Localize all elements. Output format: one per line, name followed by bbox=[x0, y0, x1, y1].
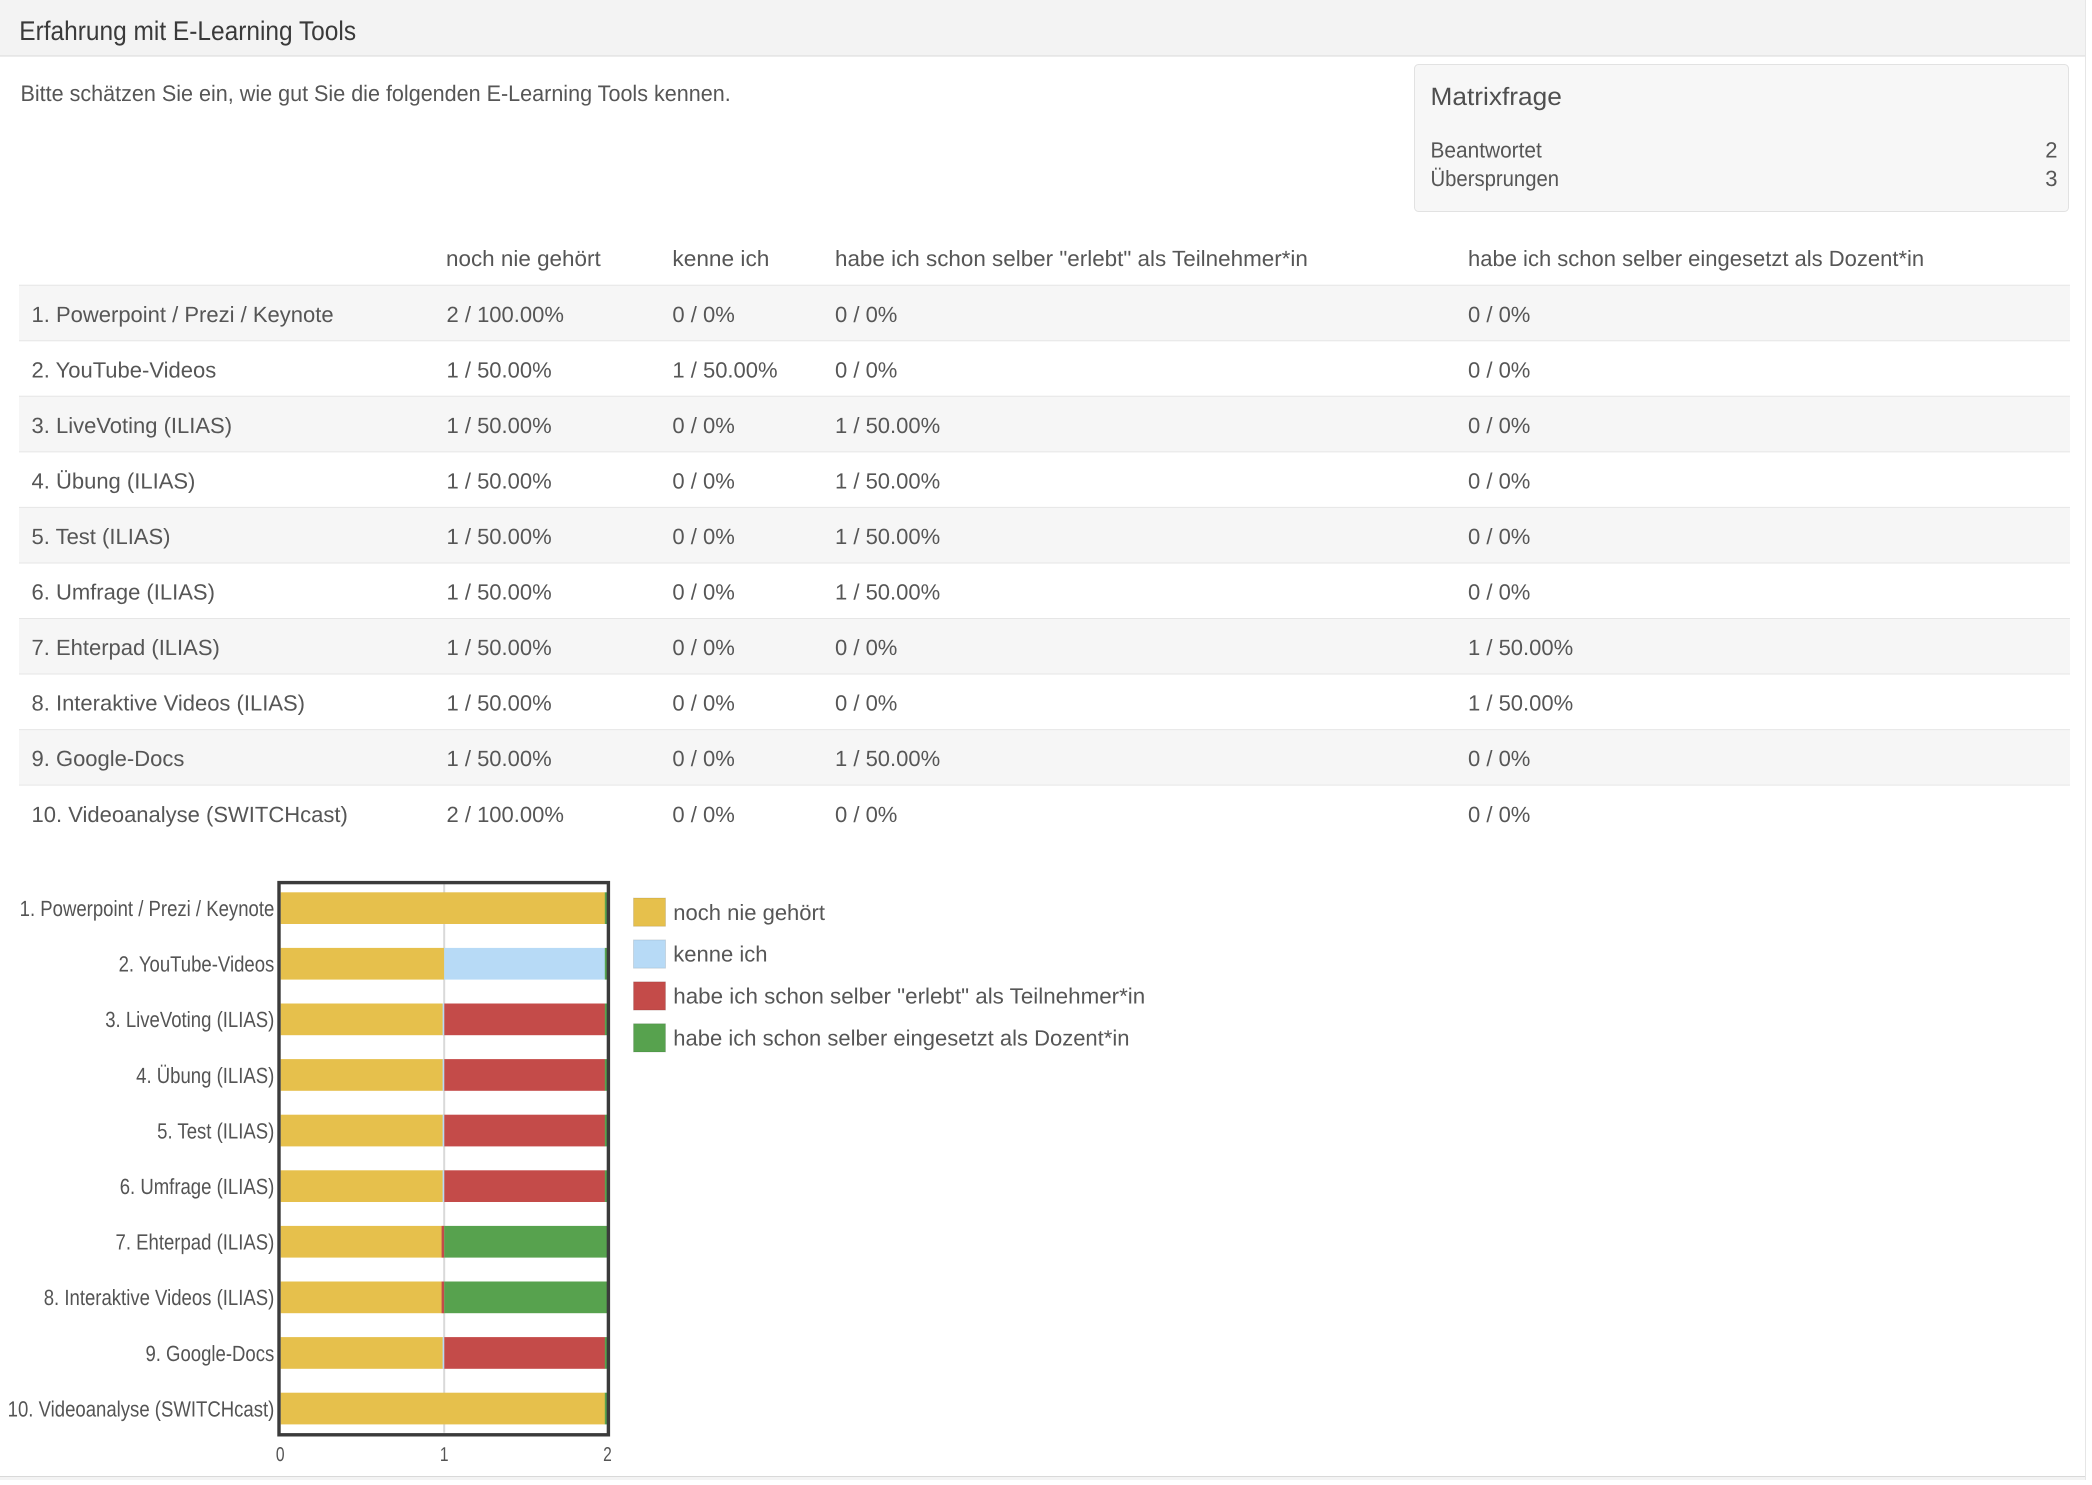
svg-text:6. Umfrage (ILIAS): 6. Umfrage (ILIAS) bbox=[120, 1174, 275, 1199]
svg-text:0 / 0%: 0 / 0% bbox=[672, 691, 734, 716]
svg-text:2: 2 bbox=[2045, 137, 2057, 162]
svg-text:1 / 50.00%: 1 / 50.00% bbox=[1468, 691, 1573, 716]
svg-text:0 / 0%: 0 / 0% bbox=[835, 802, 897, 827]
svg-text:habe ich schon selber "erlebt": habe ich schon selber "erlebt" als Teiln… bbox=[673, 984, 1145, 1009]
svg-text:1 / 50.00%: 1 / 50.00% bbox=[447, 357, 552, 382]
svg-text:0 / 0%: 0 / 0% bbox=[1468, 802, 1530, 827]
svg-text:0 / 0%: 0 / 0% bbox=[672, 468, 734, 493]
svg-text:Erfahrung mit E-Learning Tools: Erfahrung mit E-Learning Tools bbox=[19, 16, 356, 46]
svg-text:1 / 50.00%: 1 / 50.00% bbox=[1468, 635, 1573, 660]
svg-text:1 / 50.00%: 1 / 50.00% bbox=[835, 468, 940, 493]
svg-text:2 / 100.00%: 2 / 100.00% bbox=[447, 302, 564, 327]
svg-text:1 / 50.00%: 1 / 50.00% bbox=[835, 413, 940, 438]
svg-text:noch nie gehört: noch nie gehört bbox=[673, 900, 825, 925]
svg-text:habe ich schon selber "erlebt": habe ich schon selber "erlebt" als Teiln… bbox=[835, 246, 1308, 271]
svg-text:1 / 50.00%: 1 / 50.00% bbox=[447, 580, 552, 605]
svg-text:1 / 50.00%: 1 / 50.00% bbox=[447, 413, 552, 438]
svg-text:1 / 50.00%: 1 / 50.00% bbox=[835, 746, 940, 771]
svg-text:0 / 0%: 0 / 0% bbox=[672, 635, 734, 660]
svg-text:9. Google-Docs: 9. Google-Docs bbox=[145, 1341, 274, 1366]
svg-text:0 / 0%: 0 / 0% bbox=[1468, 413, 1530, 438]
svg-text:3: 3 bbox=[2045, 166, 2057, 191]
svg-text:0 / 0%: 0 / 0% bbox=[672, 302, 734, 327]
svg-text:0 / 0%: 0 / 0% bbox=[672, 580, 734, 605]
svg-text:2 / 100.00%: 2 / 100.00% bbox=[447, 802, 564, 827]
svg-text:0 / 0%: 0 / 0% bbox=[672, 802, 734, 827]
svg-text:9. Google-Docs: 9. Google-Docs bbox=[32, 746, 185, 771]
svg-text:Bitte schätzen Sie ein, wie gu: Bitte schätzen Sie ein, wie gut Sie die … bbox=[21, 81, 731, 106]
svg-text:8. Interaktive Videos (ILIAS): 8. Interaktive Videos (ILIAS) bbox=[32, 691, 306, 716]
svg-text:1: 1 bbox=[440, 1444, 449, 1466]
svg-text:10. Videoanalyse (SWITCHcast): 10. Videoanalyse (SWITCHcast) bbox=[8, 1396, 275, 1421]
svg-text:0 / 0%: 0 / 0% bbox=[835, 302, 897, 327]
svg-text:2: 2 bbox=[603, 1444, 612, 1466]
svg-text:1 / 50.00%: 1 / 50.00% bbox=[447, 635, 552, 660]
svg-text:1 / 50.00%: 1 / 50.00% bbox=[835, 580, 940, 605]
svg-text:0 / 0%: 0 / 0% bbox=[1468, 524, 1530, 549]
svg-text:1 / 50.00%: 1 / 50.00% bbox=[447, 746, 552, 771]
svg-text:10. Videoanalyse (SWITCHcast): 10. Videoanalyse (SWITCHcast) bbox=[32, 802, 348, 827]
svg-text:0 / 0%: 0 / 0% bbox=[1468, 746, 1530, 771]
svg-text:1 / 50.00%: 1 / 50.00% bbox=[447, 524, 552, 549]
svg-text:2. YouTube-Videos: 2. YouTube-Videos bbox=[32, 357, 217, 382]
svg-text:0: 0 bbox=[276, 1444, 285, 1466]
svg-text:0 / 0%: 0 / 0% bbox=[1468, 468, 1530, 493]
svg-text:4. Übung (ILIAS): 4. Übung (ILIAS) bbox=[136, 1063, 274, 1088]
svg-text:4. Übung (ILIAS): 4. Übung (ILIAS) bbox=[32, 468, 196, 493]
svg-text:Beantwortet: Beantwortet bbox=[1431, 137, 1542, 162]
svg-text:6. Umfrage (ILIAS): 6. Umfrage (ILIAS) bbox=[32, 580, 215, 605]
svg-text:0 / 0%: 0 / 0% bbox=[1468, 302, 1530, 327]
svg-text:habe ich schon selber eingeset: habe ich schon selber eingesetzt als Doz… bbox=[673, 1026, 1129, 1051]
svg-text:0 / 0%: 0 / 0% bbox=[835, 691, 897, 716]
svg-text:3. LiveVoting (ILIAS): 3. LiveVoting (ILIAS) bbox=[32, 413, 233, 438]
svg-text:noch nie gehört: noch nie gehört bbox=[446, 246, 601, 271]
svg-text:2. YouTube-Videos: 2. YouTube-Videos bbox=[119, 952, 275, 977]
svg-text:7. Ehterpad (ILIAS): 7. Ehterpad (ILIAS) bbox=[32, 635, 220, 660]
svg-text:0 / 0%: 0 / 0% bbox=[672, 524, 734, 549]
svg-text:1 / 50.00%: 1 / 50.00% bbox=[447, 691, 552, 716]
svg-text:1. Powerpoint / Prezi / Keynot: 1. Powerpoint / Prezi / Keynote bbox=[20, 896, 275, 921]
svg-text:5. Test (ILIAS): 5. Test (ILIAS) bbox=[32, 524, 171, 549]
svg-text:Übersprungen: Übersprungen bbox=[1431, 166, 1560, 191]
svg-text:3. LiveVoting (ILIAS): 3. LiveVoting (ILIAS) bbox=[105, 1007, 274, 1032]
svg-text:0 / 0%: 0 / 0% bbox=[672, 746, 734, 771]
svg-text:kenne ich: kenne ich bbox=[672, 246, 769, 271]
svg-text:1 / 50.00%: 1 / 50.00% bbox=[835, 524, 940, 549]
svg-text:1. Powerpoint / Prezi / Keynot: 1. Powerpoint / Prezi / Keynote bbox=[32, 302, 334, 327]
svg-text:kenne ich: kenne ich bbox=[673, 942, 767, 967]
svg-text:0 / 0%: 0 / 0% bbox=[1468, 580, 1530, 605]
svg-text:0 / 0%: 0 / 0% bbox=[672, 413, 734, 438]
svg-text:0 / 0%: 0 / 0% bbox=[1468, 357, 1530, 382]
svg-text:Matrixfrage: Matrixfrage bbox=[1431, 83, 1562, 111]
svg-text:8. Interaktive Videos (ILIAS): 8. Interaktive Videos (ILIAS) bbox=[44, 1285, 275, 1310]
svg-text:1 / 50.00%: 1 / 50.00% bbox=[447, 468, 552, 493]
svg-text:1 / 50.00%: 1 / 50.00% bbox=[672, 357, 777, 382]
svg-text:0 / 0%: 0 / 0% bbox=[835, 357, 897, 382]
svg-text:7. Ehterpad (ILIAS): 7. Ehterpad (ILIAS) bbox=[116, 1230, 275, 1255]
svg-text:5. Test (ILIAS): 5. Test (ILIAS) bbox=[157, 1118, 274, 1143]
svg-text:0 / 0%: 0 / 0% bbox=[835, 635, 897, 660]
svg-text:habe ich schon selber eingeset: habe ich schon selber eingesetzt als Doz… bbox=[1468, 246, 1924, 271]
